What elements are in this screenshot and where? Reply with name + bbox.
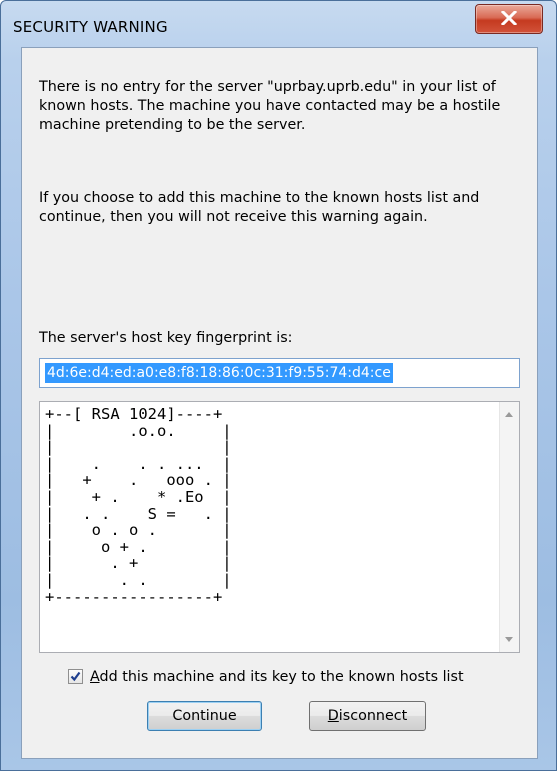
disconnect-button[interactable]: Disconnect — [309, 701, 426, 731]
warning-message: There is no entry for the server "uprbay… — [39, 79, 501, 133]
add-to-known-hosts-label[interactable]: Add this machine and its key to the know… — [90, 667, 464, 687]
fingerprint-value[interactable]: 4d:6e:d4:ed:a0:e8:f8:18:86:0c:31:f9:55:7… — [45, 363, 393, 383]
close-button[interactable] — [475, 4, 543, 34]
checkmark-icon — [70, 671, 81, 682]
dialog-title: SECURITY WARNING — [13, 18, 168, 36]
close-icon — [501, 11, 517, 25]
add-to-known-hosts-checkbox[interactable] — [68, 669, 83, 684]
vertical-scrollbar[interactable] — [499, 402, 519, 652]
randomart-textarea[interactable]: +--[ RSA 1024]----+ | .o.o. | | | | . . … — [39, 401, 520, 653]
scroll-up-arrow-icon[interactable] — [505, 412, 513, 417]
fingerprint-label: The server's host key fingerprint is: — [39, 330, 293, 346]
warning-message-continue: If you choose to add this machine to the… — [39, 190, 480, 225]
dialog-body: There is no entry for the server "uprbay… — [21, 47, 538, 759]
continue-button[interactable]: Continue — [147, 701, 262, 731]
fingerprint-field[interactable]: 4d:6e:d4:ed:a0:e8:f8:18:86:0c:31:f9:55:7… — [39, 358, 520, 388]
security-warning-dialog: SECURITY WARNING There is no entry for t… — [0, 0, 557, 771]
scroll-down-arrow-icon[interactable] — [505, 637, 513, 642]
randomart-text: +--[ RSA 1024]----+ | .o.o. | | | | . . … — [45, 405, 232, 606]
title-bar[interactable]: SECURITY WARNING — [1, 1, 556, 47]
